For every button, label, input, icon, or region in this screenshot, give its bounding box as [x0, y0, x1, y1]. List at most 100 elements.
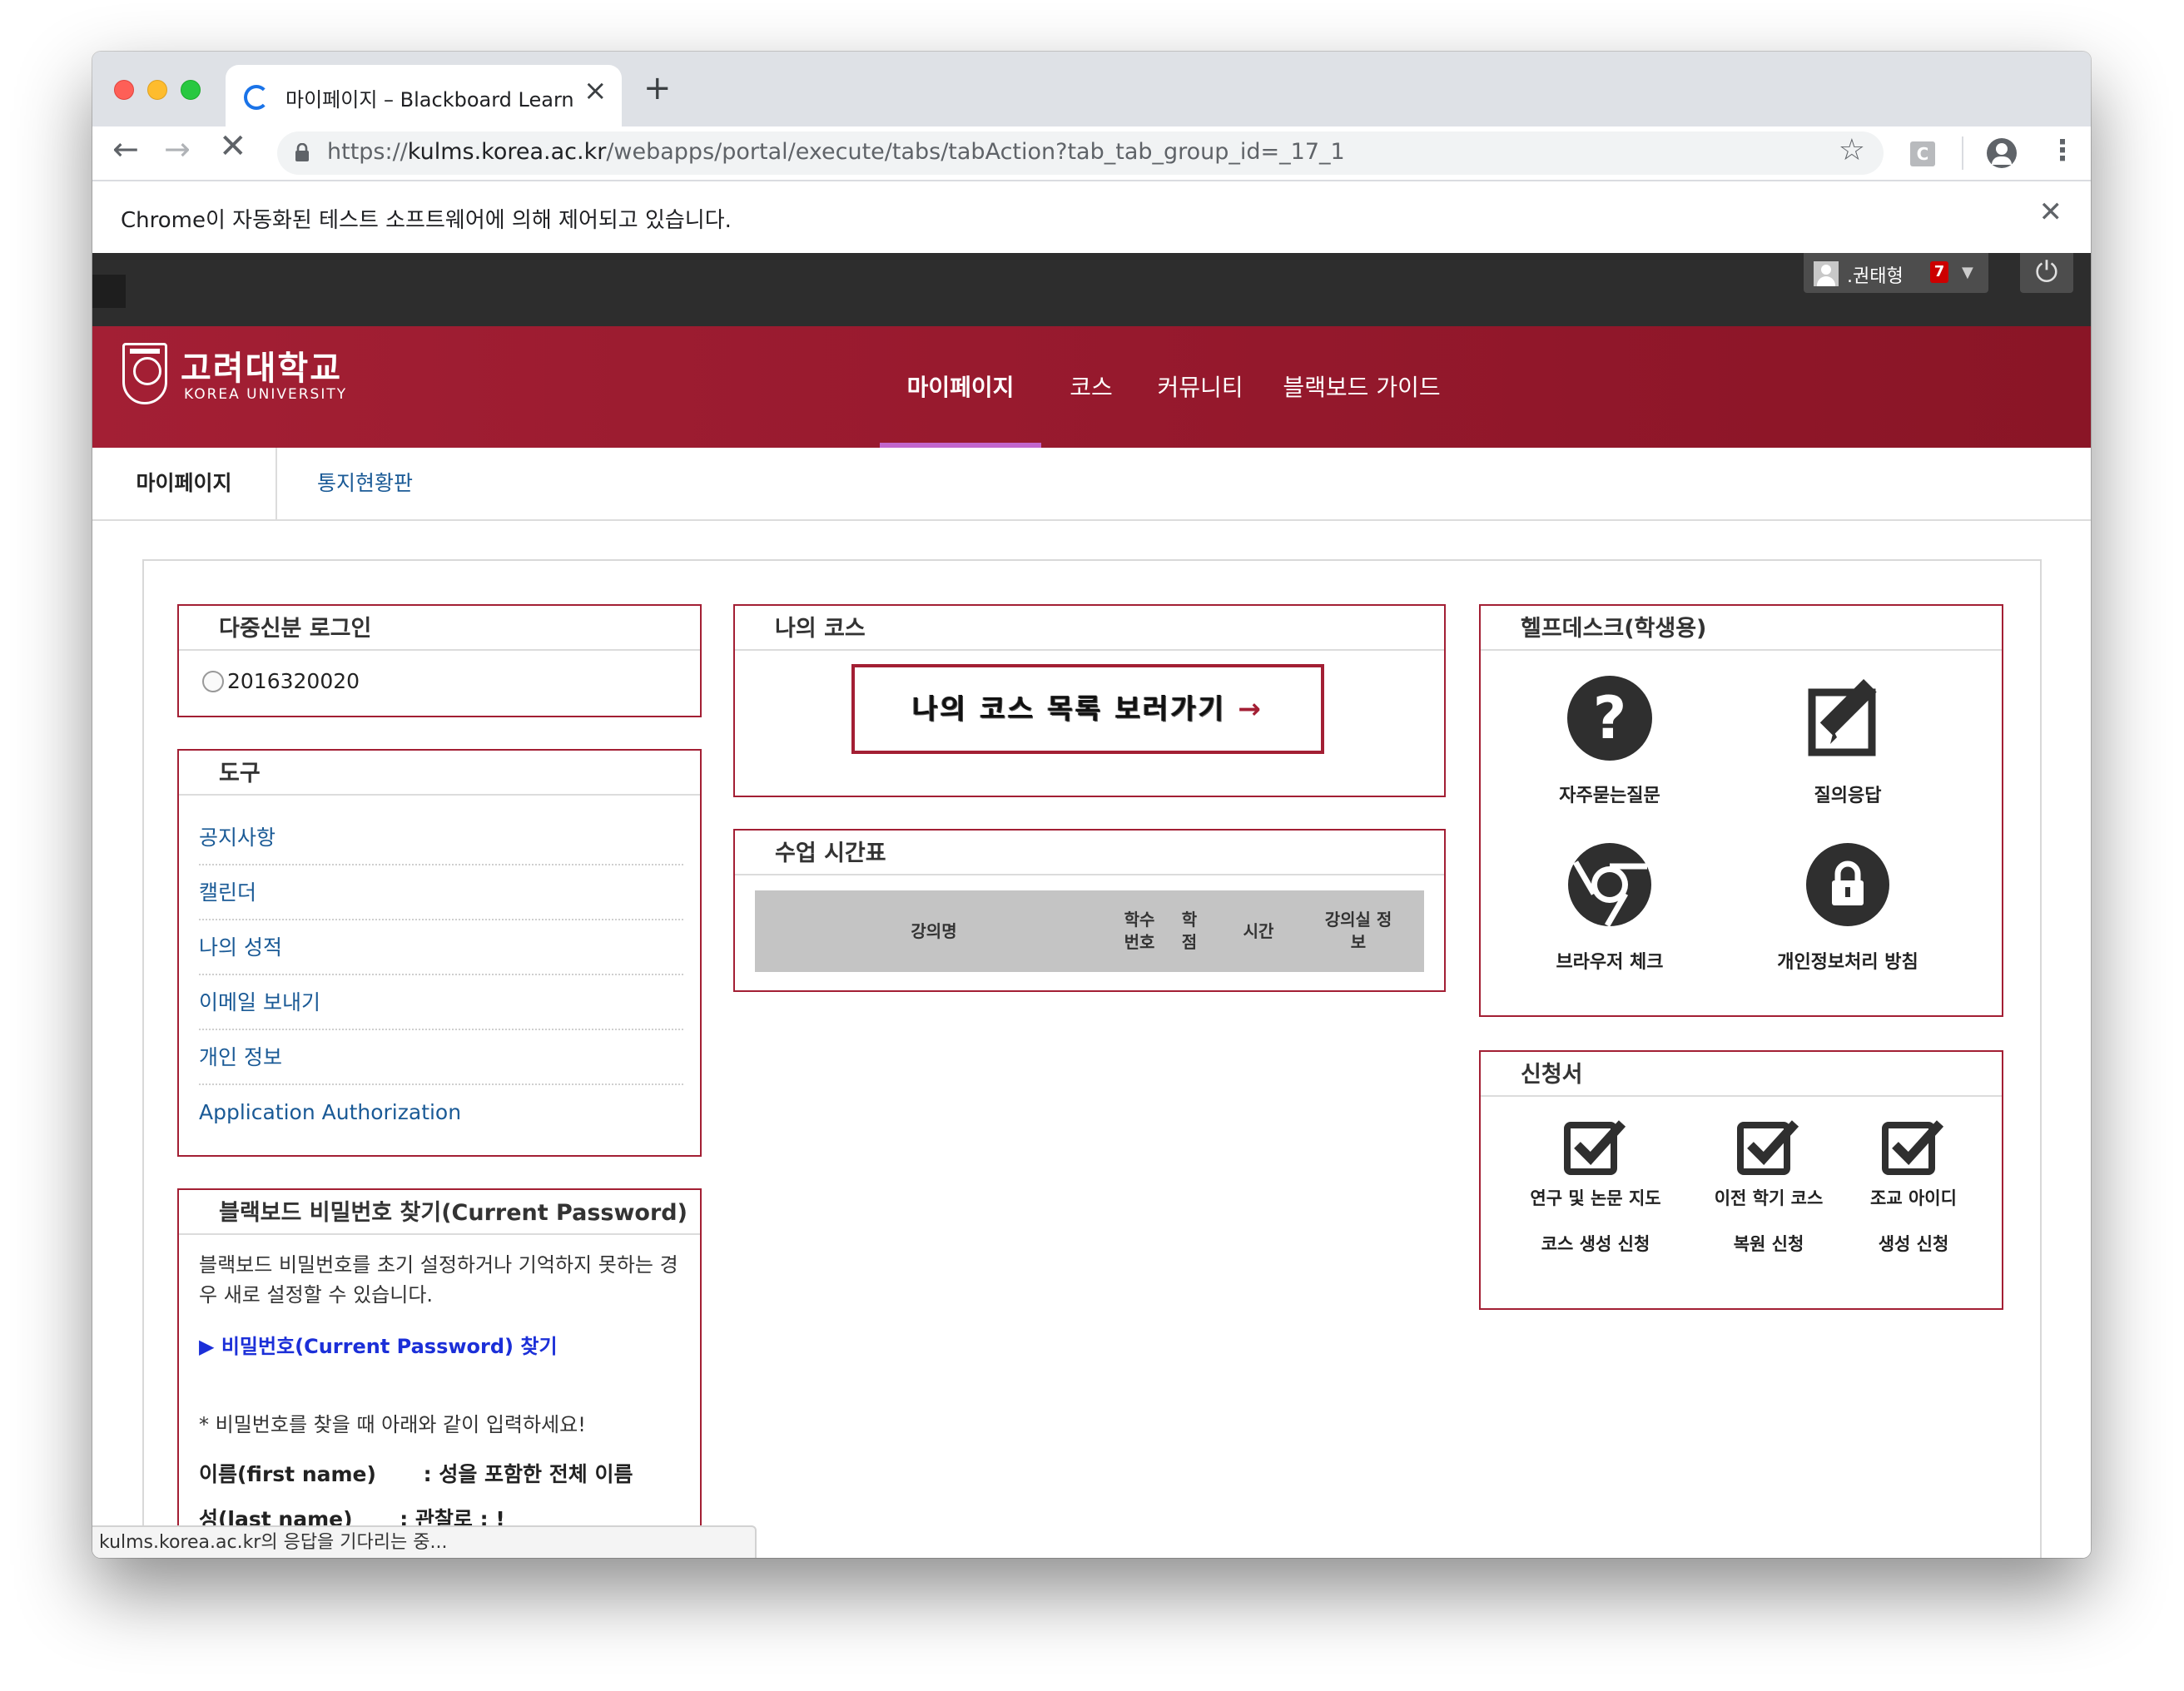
- nav-tab-community[interactable]: 커뮤니티: [1154, 326, 1246, 448]
- forward-arrow-icon[interactable]: →: [164, 133, 191, 165]
- first-name-value: : 성을 포함한 전체 이름: [423, 1462, 633, 1486]
- tool-link-my-grades[interactable]: 나의 성적: [199, 920, 683, 975]
- kebab-menu-icon[interactable]: ⋮: [2048, 136, 2077, 165]
- infobar-text: Chrome이 자동화된 테스트 소프트웨어에 의해 제어되고 있습니다.: [121, 208, 732, 233]
- module-title: 수업 시간표: [735, 831, 1444, 875]
- web-page: .권태형 7 ▼ ⏻ 고려대학교 KOREA UNIVERSITY 마이페이지 …: [92, 253, 2091, 1558]
- checkbox-icon: [1737, 1120, 1799, 1175]
- nav-tab-courses[interactable]: 코스: [1058, 326, 1124, 448]
- module-title: 신청서: [1481, 1052, 2002, 1097]
- help-qna[interactable]: 질의응답: [1729, 676, 1967, 807]
- extension-icon[interactable]: C: [1910, 141, 1935, 166]
- address-bar[interactable]: https://kulms.korea.ac.kr/webapps/portal…: [277, 131, 1884, 175]
- tool-link-personal-info[interactable]: 개인 정보: [199, 1030, 683, 1085]
- module-title: 블랙보드 비밀번호 찾기(Current Password): [179, 1190, 700, 1235]
- user-avatar-icon: [1814, 261, 1839, 286]
- app-ta-line2: 생성 신청: [1878, 1234, 1949, 1255]
- app-research-line1: 연구 및 논문 지도: [1530, 1188, 1661, 1208]
- help-browser-check[interactable]: 브라우저 체크: [1491, 842, 1729, 974]
- password-module: 블랙보드 비밀번호 찾기(Current Password) 블랙보드 비밀번호…: [177, 1188, 702, 1558]
- logo-name-english[interactable]: KOREA UNIVERSITY: [184, 386, 347, 403]
- checkbox-icon: [1882, 1120, 1944, 1175]
- password-note: * 비밀번호를 찾을 때 아래와 같이 입력하세요!: [199, 1413, 586, 1436]
- lock-icon: [295, 143, 309, 161]
- tool-link-app-authorization[interactable]: Application Authorization: [199, 1085, 683, 1140]
- nav-tab-bb-guide[interactable]: 블랙보드 가이드: [1283, 326, 1441, 448]
- find-password-link[interactable]: ▶ 비밀번호(Current Password) 찾기: [199, 1330, 558, 1359]
- help-faq-label: 자주묻는질문: [1559, 786, 1660, 806]
- logo-name-korean[interactable]: 고려대학교: [181, 341, 342, 389]
- user-menu[interactable]: .권태형 7 ▼: [1804, 253, 1988, 293]
- tool-link-calendar[interactable]: 캘린더: [199, 865, 683, 920]
- view-my-courses-label: 나의 코스 목록 보러가기: [912, 692, 1227, 725]
- col-course-name: 강의명: [911, 920, 957, 941]
- module-title: 도구: [179, 751, 700, 796]
- global-top-bar: .권태형 7 ▼ ⏻: [92, 253, 2091, 326]
- identity-option-label: 2016320020: [227, 669, 360, 693]
- help-qna-label: 질의응답: [1814, 786, 1882, 806]
- back-arrow-icon[interactable]: ←: [112, 133, 139, 165]
- bookmark-star-icon[interactable]: ☆: [1839, 136, 1865, 166]
- app-restore-course[interactable]: 이전 학기 코스 복원 신청: [1685, 1115, 1852, 1255]
- view-my-courses-button[interactable]: 나의 코스 목록 보러가기 →: [851, 664, 1324, 754]
- browser-toolbar: ← → ✕ https://kulms.korea.ac.kr/webapps/…: [92, 126, 2091, 180]
- nav-tab-mypage[interactable]: 마이페이지: [880, 326, 1041, 448]
- help-privacy-policy[interactable]: 개인정보처리 방침: [1729, 842, 1967, 974]
- app-research-line2: 코스 생성 신청: [1541, 1234, 1650, 1255]
- stop-loading-icon[interactable]: ✕: [219, 130, 247, 163]
- url-text: https://kulms.korea.ac.kr/webapps/portal…: [327, 139, 1345, 165]
- minimize-window-button[interactable]: [147, 80, 167, 100]
- app-ta-line1: 조교 아이디: [1870, 1188, 1957, 1208]
- subnav-notification-board[interactable]: 통지현황판: [317, 448, 413, 519]
- zoom-window-button[interactable]: [181, 80, 201, 100]
- topbar-square: [92, 275, 126, 308]
- applications-module: 신청서 연구 및 논문 지도 코스 생성 신청 이전 학기 코스 복원 신청 조…: [1479, 1050, 2003, 1310]
- help-faq[interactable]: ? 자주묻는질문: [1491, 676, 1729, 807]
- question-icon: ?: [1567, 676, 1652, 761]
- portal-content: 다중신분 로그인 2016320020 도구 공지사항 캘린더 나의 성적 이메…: [142, 559, 2042, 1558]
- col-time: 시간: [1243, 920, 1274, 941]
- multi-login-module: 다중신분 로그인 2016320020: [177, 604, 702, 717]
- tools-module: 도구 공지사항 캘린더 나의 성적 이메일 보내기 개인 정보 Applicat…: [177, 749, 702, 1157]
- status-bubble: kulms.korea.ac.kr의 응답을 기다리는 중...: [92, 1525, 757, 1558]
- automation-infobar: Chrome이 자동화된 테스트 소프트웨어에 의해 제어되고 있습니다. ✕: [92, 180, 2091, 253]
- identity-option[interactable]: 2016320020: [202, 669, 360, 693]
- loading-spinner-icon: [244, 85, 269, 110]
- radio-button[interactable]: [202, 671, 224, 692]
- first-name-row: 이름(first name) : 성을 포함한 전체 이름: [199, 1458, 633, 1488]
- user-name: .권태형: [1847, 266, 1904, 287]
- password-description: 블랙보드 비밀번호를 초기 설정하거나 기억하지 못하는 경우 새로 설정할 수…: [199, 1253, 678, 1307]
- university-logo-icon[interactable]: [122, 343, 167, 404]
- toolbar-divider: [1962, 136, 1963, 170]
- subnav-mypage[interactable]: 마이페이지: [92, 448, 277, 519]
- col-room-info: 강의실 정 보: [1324, 910, 1392, 952]
- tab-strip: 마이페이지 – Blackboard Learn × +: [92, 52, 2091, 126]
- module-title: 다중신분 로그인: [179, 606, 700, 651]
- new-tab-button[interactable]: +: [643, 72, 672, 105]
- tool-link-notices[interactable]: 공지사항: [199, 811, 683, 865]
- app-ta-account[interactable]: 조교 아이디 생성 신청: [1830, 1115, 1997, 1255]
- tool-link-send-email[interactable]: 이메일 보내기: [199, 975, 683, 1030]
- app-research-course[interactable]: 연구 및 논문 지도 코스 생성 신청: [1512, 1115, 1679, 1255]
- tab-title: 마이페이지 – Blackboard Learn: [285, 88, 574, 112]
- timetable-header: 강의명 학수 번호 학 점 시간 강의실 정 보: [755, 890, 1424, 972]
- chevron-down-icon: ▼: [1962, 264, 1973, 281]
- edit-icon: [1808, 679, 1877, 756]
- col-course-number: 학수 번호: [1124, 910, 1155, 952]
- browser-tab[interactable]: 마이페이지 – Blackboard Learn ×: [226, 65, 622, 126]
- tools-list: 공지사항 캘린더 나의 성적 이메일 보내기 개인 정보 Application…: [199, 811, 683, 1140]
- tab-close-icon[interactable]: ×: [583, 77, 608, 105]
- app-restore-line1: 이전 학기 코스: [1714, 1188, 1824, 1208]
- first-name-label: 이름(first name): [199, 1462, 376, 1486]
- checkbox-icon: [1564, 1120, 1626, 1175]
- logout-power-icon[interactable]: ⏻: [2020, 253, 2073, 293]
- app-restore-line2: 복원 신청: [1733, 1234, 1804, 1255]
- sub-navigation: 마이페이지 통지현황판: [92, 448, 2091, 521]
- helpdesk-module: 헬프데스크(학생용) ? 자주묻는질문 질의응답 브라우저 체크 개인정보처리 …: [1479, 604, 2003, 1017]
- arrow-right-icon: →: [1238, 692, 1263, 725]
- help-browser-check-label: 브라우저 체크: [1556, 952, 1664, 973]
- help-privacy-policy-label: 개인정보처리 방침: [1777, 952, 1918, 973]
- profile-icon[interactable]: [1987, 138, 2017, 168]
- close-window-button[interactable]: [114, 80, 134, 100]
- infobar-close-icon[interactable]: ✕: [2039, 198, 2063, 226]
